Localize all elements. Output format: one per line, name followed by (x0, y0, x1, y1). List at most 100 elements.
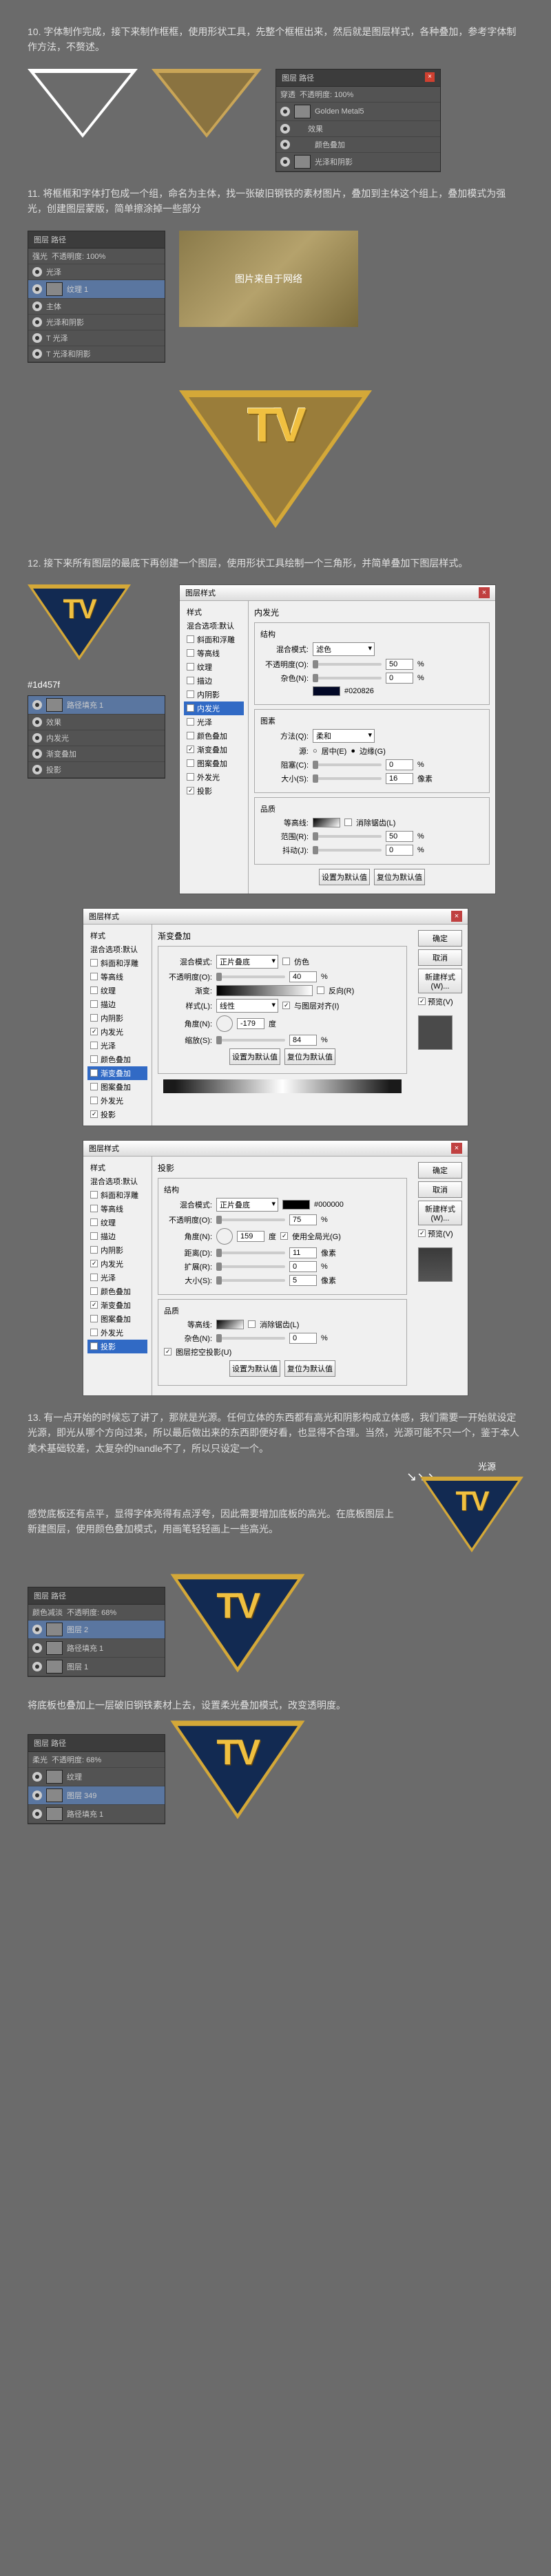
slider[interactable] (216, 1252, 285, 1254)
layer-row[interactable]: 颜色叠加 (276, 137, 440, 153)
radio-center[interactable]: ○ (313, 747, 318, 755)
blend-opts[interactable]: 混合选项:默认 (87, 942, 147, 956)
eye-icon[interactable] (32, 1643, 42, 1653)
new-style-button[interactable]: 新建样式(W)... (418, 1201, 462, 1225)
close-icon[interactable]: × (425, 72, 435, 82)
style-item[interactable]: 纹理 (87, 984, 147, 997)
slider[interactable] (216, 1265, 285, 1268)
slider[interactable] (216, 1039, 285, 1042)
eye-icon[interactable] (32, 1791, 42, 1800)
radio-edge[interactable]: ● (351, 747, 355, 755)
checkbox[interactable] (317, 986, 324, 994)
anti-alias-cb[interactable] (344, 819, 352, 826)
close-icon[interactable]: × (451, 1143, 462, 1154)
layer-row[interactable]: T 光泽 (28, 330, 165, 346)
input[interactable]: 5 (289, 1275, 317, 1286)
style-item-selected[interactable]: 内发光 (184, 701, 244, 715)
style-item[interactable]: 光泽 (87, 1039, 147, 1053)
eye-icon[interactable] (32, 302, 42, 311)
select[interactable]: 线性 (216, 999, 278, 1013)
style-item[interactable]: 图案叠加 (184, 757, 244, 770)
tab[interactable]: 图层 (34, 1740, 49, 1748)
layer-row[interactable]: 光泽 (28, 264, 165, 280)
layer-row[interactable]: 效果 (28, 715, 165, 730)
reset-default-button[interactable]: 复位为默认值 (284, 1360, 335, 1377)
eye-icon[interactable] (32, 284, 42, 294)
reset-default-button[interactable]: 复位为默认值 (374, 869, 425, 885)
style-item[interactable]: 外发光 (87, 1326, 147, 1340)
noise-slider[interactable] (313, 677, 382, 679)
input[interactable]: 75 (289, 1214, 317, 1225)
tab-layers[interactable]: 图层 (34, 236, 49, 244)
style-item[interactable]: 内发光 (87, 1257, 147, 1271)
eye-icon[interactable] (32, 349, 42, 359)
eye-icon[interactable] (32, 733, 42, 743)
eye-icon[interactable] (32, 333, 42, 343)
angle-dial[interactable] (216, 1228, 233, 1245)
noise-input[interactable]: 0 (386, 673, 413, 684)
ok-button[interactable]: 确定 (418, 930, 462, 947)
layer-row[interactable]: 图层 349 (28, 1786, 165, 1805)
select[interactable]: 正片叠底 (216, 955, 278, 969)
checkbox[interactable] (248, 1320, 256, 1328)
set-default-button[interactable]: 设置为默认值 (319, 869, 370, 885)
layer-row[interactable]: 效果 (276, 121, 440, 137)
tab[interactable]: 路径 (51, 1740, 66, 1748)
eye-icon[interactable] (280, 140, 290, 149)
preview-checkbox[interactable] (418, 1229, 426, 1237)
style-item[interactable]: 颜色叠加 (87, 1285, 147, 1298)
blend-opts[interactable]: 混合选项:默认 (87, 1174, 147, 1188)
input[interactable]: 0 (289, 1261, 317, 1272)
style-item[interactable]: 描边 (184, 674, 244, 688)
contour-picker[interactable] (313, 818, 340, 827)
checkbox[interactable] (282, 1002, 290, 1009)
layer-row[interactable]: 纹理 (28, 1768, 165, 1786)
cancel-button[interactable]: 取消 (418, 1181, 462, 1198)
preview-checkbox[interactable] (418, 997, 426, 1005)
style-item[interactable]: 纹理 (87, 1216, 147, 1229)
slider[interactable] (313, 849, 382, 852)
layer-row[interactable]: 渐变叠加 (28, 746, 165, 762)
eye-icon[interactable] (32, 749, 42, 759)
ok-button[interactable]: 确定 (418, 1162, 462, 1179)
input[interactable]: 0 (386, 845, 413, 856)
style-item[interactable]: 斜面和浮雕 (87, 1188, 147, 1202)
style-item[interactable]: 内阴影 (87, 1243, 147, 1257)
slider[interactable] (216, 1279, 285, 1282)
contour-picker[interactable] (216, 1320, 244, 1329)
layer-row[interactable]: 光泽和阴影 (28, 315, 165, 330)
input[interactable]: 50 (386, 831, 413, 842)
input[interactable]: -179 (237, 1018, 264, 1029)
slider[interactable] (313, 777, 382, 780)
eye-icon[interactable] (32, 717, 42, 727)
style-item[interactable]: 外发光 (87, 1094, 147, 1108)
layer-row[interactable]: 投影 (28, 762, 165, 778)
style-item[interactable]: 图案叠加 (87, 1080, 147, 1094)
style-item[interactable]: 投影 (184, 784, 244, 798)
style-item[interactable]: 图案叠加 (87, 1312, 147, 1326)
set-default-button[interactable]: 设置为默认值 (229, 1360, 280, 1377)
input[interactable]: 159 (237, 1231, 264, 1242)
layer-row[interactable]: 图层 2 (28, 1620, 165, 1639)
style-item-selected[interactable]: 渐变叠加 (87, 1066, 147, 1080)
gradient-picker[interactable] (216, 985, 313, 996)
checkbox[interactable] (164, 1348, 171, 1355)
eye-icon[interactable] (32, 317, 42, 327)
close-icon[interactable]: × (479, 587, 490, 598)
slider[interactable] (216, 1218, 285, 1221)
eye-icon[interactable] (32, 267, 42, 277)
layer-row[interactable]: 图层 1 (28, 1658, 165, 1676)
eye-icon[interactable] (280, 157, 290, 167)
layer-row[interactable]: 纹理 1 (28, 280, 165, 299)
tab[interactable]: 图层 (34, 1592, 49, 1601)
layer-row[interactable]: Golden Metal5 (276, 103, 440, 121)
input[interactable]: 11 (289, 1247, 317, 1258)
close-icon[interactable]: × (451, 911, 462, 922)
input[interactable]: 40 (289, 971, 317, 982)
checkbox[interactable] (282, 958, 290, 965)
input[interactable]: 16 (386, 773, 413, 784)
layer-row[interactable]: 路径填充 1 (28, 1639, 165, 1658)
slider[interactable] (313, 763, 382, 766)
color-picker[interactable] (282, 1200, 310, 1210)
style-item[interactable]: 光泽 (184, 715, 244, 729)
